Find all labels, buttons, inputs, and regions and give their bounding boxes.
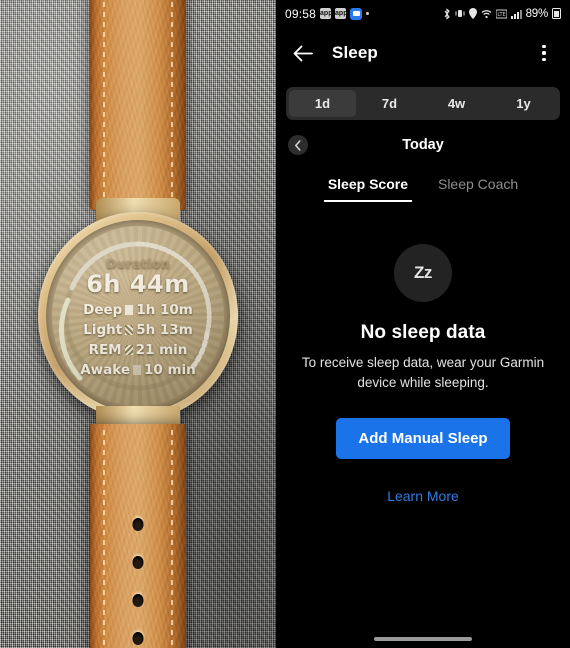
- svg-text:LTE: LTE: [497, 12, 505, 18]
- range-option-7d[interactable]: 7d: [356, 90, 423, 117]
- watch-photo-pane: Duration 6h 44m Deep 1h 10m Light 5h 13m…: [0, 0, 276, 648]
- empty-state-title: No sleep data: [360, 322, 486, 343]
- battery-icon: [552, 8, 561, 19]
- tab-sleep-coach[interactable]: Sleep Coach: [434, 170, 522, 202]
- chevron-left-icon[interactable]: [288, 135, 308, 155]
- status-bar-left: 09:58 app app: [285, 6, 370, 21]
- awake-solid-swatch: [133, 365, 141, 375]
- light-hatch-swatch: [125, 325, 134, 335]
- more-dot-icon: [366, 12, 370, 15]
- home-gesture-bar[interactable]: [374, 637, 472, 641]
- strap-hole: [132, 594, 144, 607]
- strap-hole: [132, 518, 144, 531]
- message-bubble-icon: [350, 7, 363, 20]
- wifi-icon: [481, 9, 492, 19]
- date-nav: Today: [276, 124, 570, 166]
- rem-hatch-swatch: [124, 345, 133, 355]
- status-bar-clock: 09:58: [285, 6, 317, 21]
- range-option-1d[interactable]: 1d: [289, 90, 356, 117]
- back-arrow-icon[interactable]: [288, 38, 318, 68]
- watch-stage-value-deep: 1h 10m: [136, 302, 193, 318]
- tab-sleep-score[interactable]: Sleep Score: [323, 170, 412, 202]
- watch-stage-row-rem: REM 21 min: [52, 342, 224, 358]
- split-screenshot: Duration 6h 44m Deep 1h 10m Light 5h 13m…: [0, 0, 570, 648]
- add-manual-sleep-button[interactable]: Add Manual Sleep: [336, 418, 510, 460]
- empty-state-description: To receive sleep data, wear your Garmin …: [301, 355, 545, 390]
- battery-percent-label: 89%: [525, 7, 549, 20]
- watch-duration-heading: Duration: [105, 256, 171, 271]
- location-icon: [468, 8, 477, 19]
- leather-grain-texture: [90, 0, 186, 210]
- watch-stage-row-awake: Awake 10 min: [52, 362, 224, 378]
- leather-grain-texture-bottom: [90, 424, 186, 648]
- watch-stage-label-light: Light: [83, 322, 123, 338]
- app-bar: Sleep: [276, 27, 570, 79]
- watch-stage-value-light: 5h 13m: [136, 322, 193, 338]
- app-chip-icon: app: [320, 8, 333, 19]
- app-chip-icon: app: [335, 8, 348, 19]
- range-option-4w[interactable]: 4w: [423, 90, 490, 117]
- watch-stage-label-awake: Awake: [80, 362, 130, 378]
- watch-screen: Duration 6h 44m Deep 1h 10m Light 5h 13m…: [52, 226, 224, 406]
- watch-stage-row-deep: Deep 1h 10m: [52, 302, 224, 318]
- watch-stage-value-rem: 21 min: [135, 342, 188, 358]
- watch-case: Duration 6h 44m Deep 1h 10m Light 5h 13m…: [38, 212, 238, 420]
- kebab-menu-icon[interactable]: [530, 39, 558, 67]
- status-bar: 09:58 app app LTE 89%: [276, 0, 570, 27]
- signal-bars-icon: [510, 9, 522, 19]
- watch-strap-bottom: [90, 424, 186, 648]
- page-title: Sleep: [332, 43, 378, 62]
- watch-total-duration: 6h 44m: [86, 270, 190, 298]
- strap-hole: [132, 632, 144, 645]
- watch-strap-top: [90, 0, 186, 210]
- strap-hole: [132, 556, 144, 569]
- watch-stage-value-awake: 10 min: [144, 362, 196, 378]
- date-nav-label: Today: [402, 137, 444, 153]
- deep-solid-swatch: [125, 305, 134, 315]
- vibrate-icon: [455, 8, 465, 19]
- lte-icon: LTE: [495, 9, 507, 19]
- range-selector-track: 1d 7d 4w 1y: [286, 87, 560, 120]
- watch-stage-row-light: Light 5h 13m: [52, 322, 224, 338]
- empty-state: Zz No sleep data To receive sleep data, …: [276, 244, 570, 504]
- sleep-zz-icon: Zz: [394, 244, 452, 302]
- status-bar-right: LTE 89%: [443, 8, 561, 20]
- range-option-1y[interactable]: 1y: [490, 90, 557, 117]
- watch-stage-label-deep: Deep: [83, 302, 123, 318]
- phone-screen-pane: 09:58 app app LTE 89% Sleep 1d 7d 4w 1y …: [276, 0, 570, 648]
- tab-bar: Sleep Score Sleep Coach: [276, 170, 570, 202]
- watch-stage-label-rem: REM: [88, 342, 122, 358]
- learn-more-link[interactable]: Learn More: [298, 488, 548, 504]
- range-selector: 1d 7d 4w 1y: [276, 79, 570, 120]
- bluetooth-icon: [443, 7, 451, 20]
